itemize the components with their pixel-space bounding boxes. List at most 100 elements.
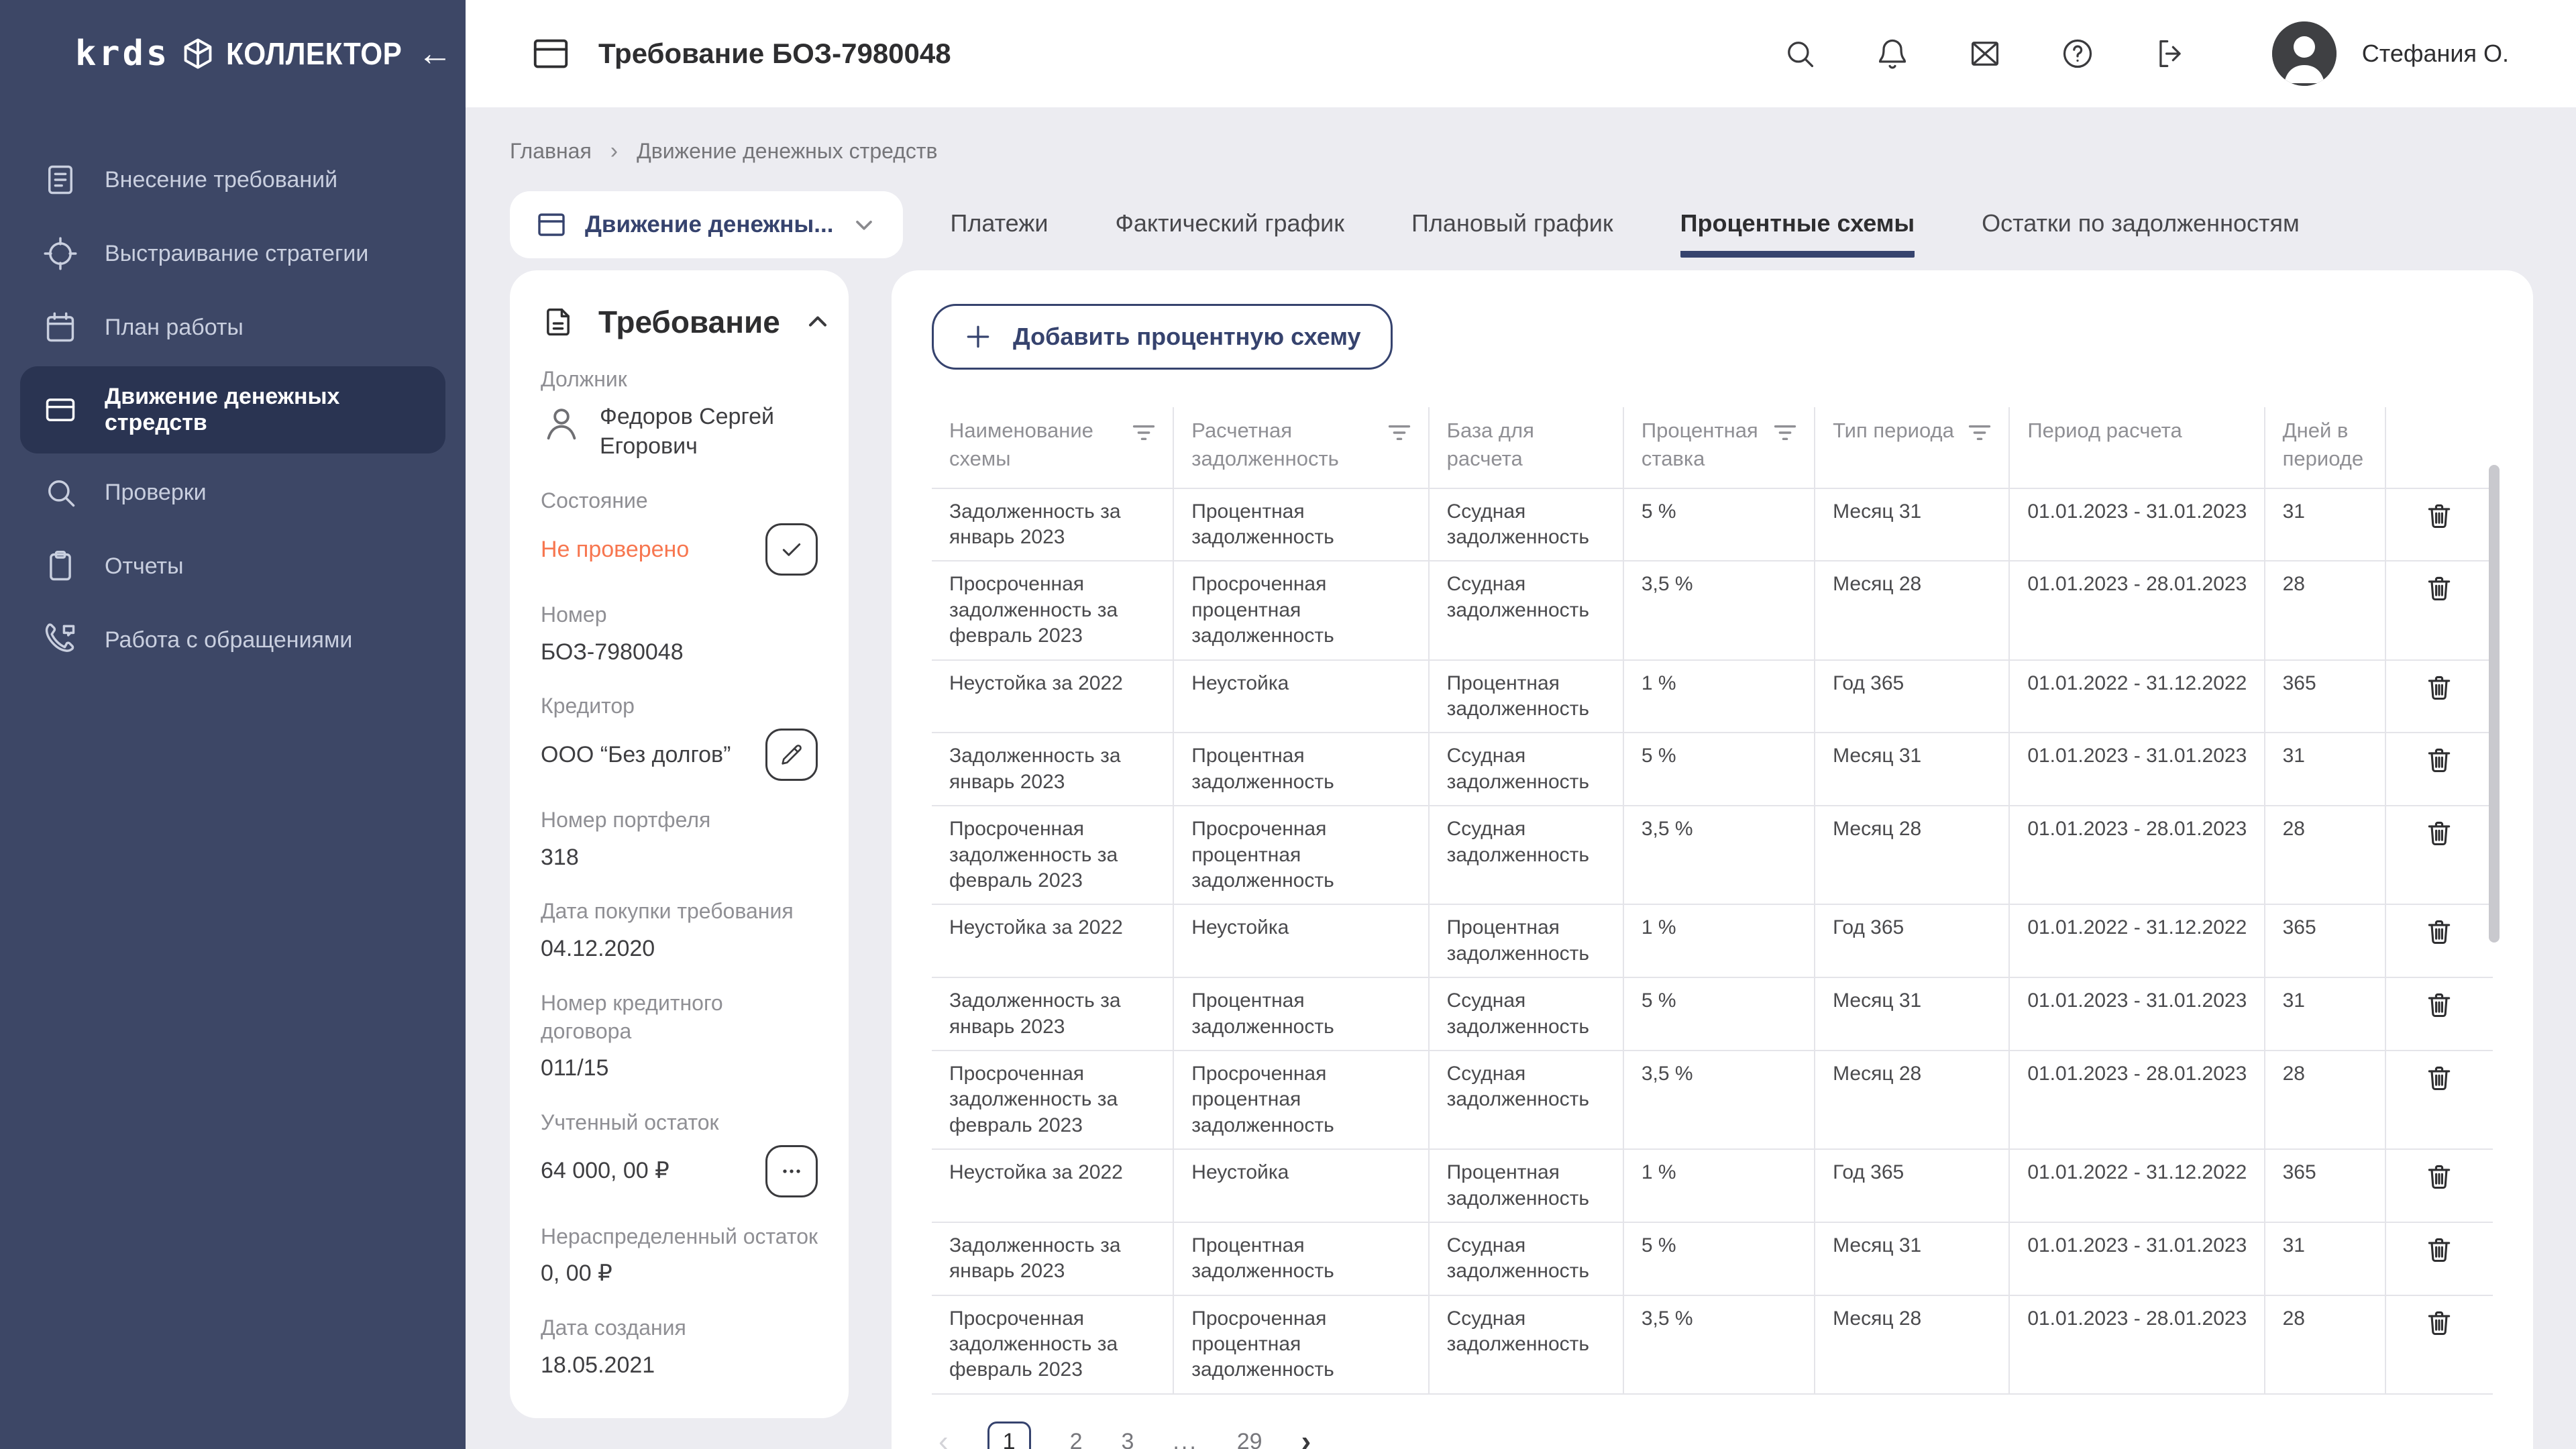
- cell-actions: [2385, 977, 2493, 1051]
- logo-krds-text: krds: [75, 34, 170, 74]
- page-title: Требование БОЗ-7980048: [598, 38, 951, 70]
- pencil-icon: [778, 741, 805, 768]
- cell-days: 28: [2265, 1051, 2385, 1149]
- sidebar-item-proverki[interactable]: Проверки: [20, 458, 445, 527]
- cell-actions: [2385, 806, 2493, 904]
- delete-row-button[interactable]: [2420, 1059, 2458, 1097]
- chevron-up-icon[interactable]: [803, 307, 833, 337]
- field-value: Федоров Сергей Егорович: [600, 402, 818, 462]
- column-header-label: Дней в периоде: [2283, 417, 2367, 473]
- logout-icon[interactable]: [2153, 36, 2188, 71]
- pagination-page-2[interactable]: 2: [1070, 1429, 1083, 1449]
- field-label: Должник: [541, 366, 818, 394]
- column-header-period-type: Тип периода: [1815, 407, 2009, 488]
- cell-calc-period: 01.01.2022 - 31.12.2022: [2009, 904, 2264, 977]
- filter-icon[interactable]: [1968, 423, 1991, 442]
- sidebar-item-label: Движение денежных стредств: [105, 384, 423, 436]
- cell-calc-base: Ссудная задолженность: [1429, 488, 1623, 561]
- sidebar: krds КОЛЛЕКТОР ← Внесение требований Выс…: [0, 0, 466, 1449]
- delete-row-button[interactable]: [2420, 1231, 2458, 1269]
- delete-row-button[interactable]: [2420, 497, 2458, 535]
- sidebar-item-otchety[interactable]: Отчеты: [20, 531, 445, 601]
- tab-platezhi[interactable]: Платежи: [950, 192, 1048, 258]
- cell-settlement-debt: Процентная задолженность: [1173, 733, 1428, 806]
- table-row: Просроченная задолженность за февраль 20…: [932, 561, 2493, 659]
- verify-button[interactable]: [765, 523, 818, 576]
- cell-calc-period: 01.01.2022 - 31.12.2022: [2009, 1149, 2264, 1222]
- delete-row-button[interactable]: [2420, 741, 2458, 779]
- tab-planovyj-grafik[interactable]: Плановый график: [1411, 192, 1613, 258]
- sidebar-item-label: Работа с обращениями: [105, 627, 352, 653]
- section-dropdown[interactable]: Движение денежны...: [510, 191, 903, 258]
- mail-icon[interactable]: [1968, 36, 2002, 71]
- dropdown-label: Движение денежны...: [585, 211, 833, 238]
- cell-period-type: Год 365: [1815, 660, 2009, 733]
- tab-procentnye-shemy[interactable]: Процентные схемы: [1680, 192, 1915, 258]
- balance-more-button[interactable]: [765, 1145, 818, 1197]
- tab-fakticheskij-grafik[interactable]: Фактический график: [1116, 192, 1345, 258]
- sidebar-item-plan-raboty[interactable]: План работы: [20, 292, 445, 362]
- sidebar-item-vystraivanie-strategii[interactable]: Выстраивание стратегии: [20, 219, 445, 288]
- schemes-table: Наименование схемы Расчетная задолженнос…: [932, 407, 2493, 1395]
- sidebar-item-dvizhenie-denezhnyh-sredstv[interactable]: Движение денежных стредств: [20, 366, 445, 453]
- help-icon[interactable]: [2060, 36, 2095, 71]
- plus-icon: [963, 322, 993, 352]
- sidebar-item-vnesenie-trebovanij[interactable]: Внесение требований: [20, 145, 445, 215]
- delete-row-button[interactable]: [2420, 913, 2458, 951]
- table-scrollbar[interactable]: [2489, 465, 2500, 943]
- column-header-interest-rate: Процентная ставка: [1623, 407, 1815, 488]
- chevron-down-icon: [851, 211, 877, 238]
- pagination-page-3[interactable]: 3: [1122, 1429, 1134, 1449]
- cell-settlement-debt: Неустойка: [1173, 660, 1428, 733]
- cell-calc-period: 01.01.2023 - 28.01.2023: [2009, 1295, 2264, 1394]
- sidebar-header: krds КОЛЛЕКТОР ←: [0, 0, 466, 107]
- delete-row-button[interactable]: [2420, 570, 2458, 607]
- cell-calc-base: Ссудная задолженность: [1429, 561, 1623, 659]
- breadcrumb-home[interactable]: Главная: [510, 139, 592, 164]
- delete-row-button[interactable]: [2420, 1304, 2458, 1342]
- pagination-prev-icon[interactable]: ‹: [938, 1427, 949, 1449]
- sidebar-collapse-arrow-icon[interactable]: ←: [417, 36, 452, 71]
- sidebar-item-rabota-s-obrashcheniyami[interactable]: Работа с обращениями: [20, 605, 445, 675]
- cell-interest-rate: 5 %: [1623, 1222, 1815, 1295]
- cell-calc-period: 01.01.2023 - 28.01.2023: [2009, 806, 2264, 904]
- pagination-ellipsis: ...: [1173, 1429, 1197, 1449]
- table-row: Неустойка за 2022 Неустойка Процентная з…: [932, 904, 2493, 977]
- user-menu[interactable]: Стефания О.: [2272, 21, 2509, 86]
- filter-icon[interactable]: [1132, 423, 1155, 442]
- cell-scheme-name: Неустойка за 2022: [932, 904, 1173, 977]
- delete-row-button[interactable]: [2420, 814, 2458, 852]
- pagination-page-1[interactable]: 1: [987, 1421, 1031, 1449]
- column-header-label: Период расчета: [2027, 417, 2182, 445]
- trash-icon: [2424, 1308, 2454, 1338]
- cell-days: 31: [2265, 977, 2385, 1051]
- field-label: Дата покупки требования: [541, 898, 818, 926]
- main-area: Требование БОЗ-7980048 Стефания О. Главн…: [466, 0, 2576, 1449]
- filter-icon[interactable]: [1388, 423, 1411, 442]
- table-row: Задолженность за январь 2023 Процентная …: [932, 733, 2493, 806]
- delete-row-button[interactable]: [2420, 986, 2458, 1024]
- pagination-page-29[interactable]: 29: [1237, 1429, 1263, 1449]
- cell-interest-rate: 1 %: [1623, 660, 1815, 733]
- bell-icon[interactable]: [1875, 36, 1910, 71]
- trash-icon: [2424, 818, 2454, 848]
- tab-ostatki-po-zadolzhennostyam[interactable]: Остатки по задолженностям: [1982, 192, 2300, 258]
- body-row: Требование Должник Федоров Сергей Егоров…: [510, 270, 2533, 1449]
- cell-days: 28: [2265, 561, 2385, 659]
- cell-period-type: Месяц 31: [1815, 1222, 2009, 1295]
- add-scheme-button[interactable]: Добавить процентную схему: [932, 304, 1393, 370]
- trash-icon: [2424, 1063, 2454, 1093]
- field-debtor: Должник Федоров Сергей Егорович: [541, 366, 818, 462]
- search-icon: [43, 475, 78, 510]
- cell-period-type: Месяц 31: [1815, 488, 2009, 561]
- delete-row-button[interactable]: [2420, 669, 2458, 706]
- chevron-right-icon: ›: [610, 138, 618, 164]
- cell-settlement-debt: Неустойка: [1173, 1149, 1428, 1222]
- topbar-icons: Стефания О.: [1782, 21, 2509, 86]
- search-icon[interactable]: [1782, 36, 1817, 71]
- edit-creditor-button[interactable]: [765, 729, 818, 781]
- filter-icon[interactable]: [1774, 423, 1796, 442]
- person-icon: [541, 402, 582, 443]
- pagination-next-icon[interactable]: ›: [1301, 1427, 1311, 1449]
- delete-row-button[interactable]: [2420, 1158, 2458, 1195]
